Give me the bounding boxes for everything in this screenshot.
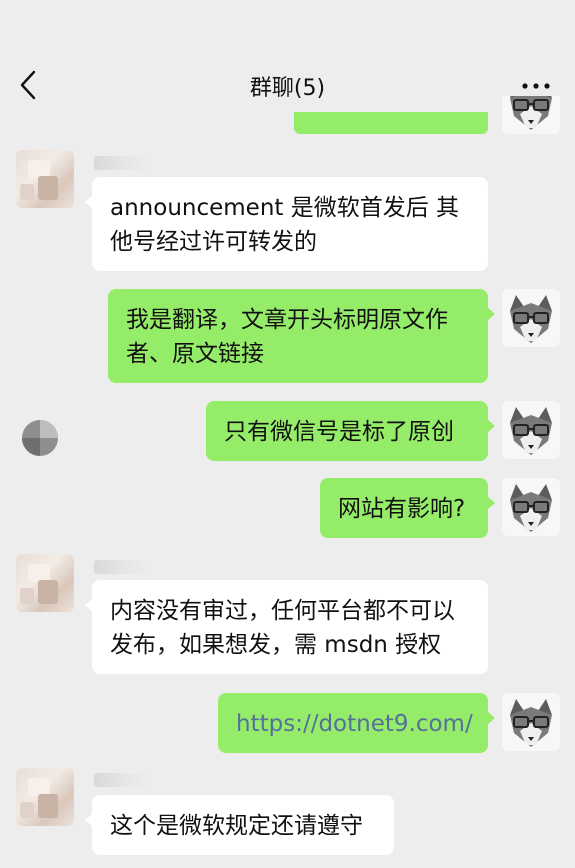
avatar[interactable] <box>16 768 74 826</box>
message-bubble[interactable]: 我是翻译，文章开头标明原文作者、原文链接 <box>108 289 495 383</box>
avatar[interactable] <box>502 693 560 751</box>
message-bubble[interactable]: https://dotnet9.com/ <box>218 693 495 753</box>
avatar[interactable] <box>16 150 74 208</box>
chat-header: 群聊(5) <box>0 0 575 118</box>
message-bubble[interactable]: 只有微信号是标了原创 <box>206 401 495 461</box>
wolf-avatar-icon <box>510 407 552 455</box>
message-link[interactable]: https://dotnet9.com/ <box>236 711 473 737</box>
message-bubble[interactable]: 内容没有审过，任何平台都不可以发布，如果想发，需 msdn 授权 <box>85 580 488 674</box>
avatar[interactable] <box>16 554 74 612</box>
wolf-avatar-icon <box>510 699 552 747</box>
message-text: 这个是微软规定还请遵守 <box>110 813 363 839</box>
sender-name <box>94 156 148 170</box>
message-bubble[interactable]: 这个是微软规定还请遵守 <box>85 795 394 855</box>
more-dots-icon <box>522 83 550 89</box>
avatar[interactable] <box>502 401 560 459</box>
wolf-avatar-icon <box>510 295 552 343</box>
avatar[interactable] <box>502 478 560 536</box>
message-text: 内容没有审过，任何平台都不可以发布，如果想发，需 msdn 授权 <box>110 598 455 658</box>
message-text: announcement 是微软首发后 其他号经过许可转发的 <box>110 195 460 255</box>
sender-name <box>94 560 148 574</box>
avatar[interactable] <box>502 96 560 134</box>
wolf-avatar-icon <box>510 484 552 532</box>
more-button[interactable] <box>519 74 553 98</box>
message-bubble[interactable]: announcement 是微软首发后 其他号经过许可转发的 <box>85 177 488 271</box>
message-bubble[interactable]: 网站有影响? <box>320 478 495 538</box>
message-text: 我是翻译，文章开头标明原文作者、原文链接 <box>126 307 448 367</box>
chat-title: 群聊(5) <box>249 76 326 101</box>
wolf-avatar-icon <box>510 96 552 130</box>
previous-message-bubble[interactable] <box>294 112 488 134</box>
message-text: 网站有影响? <box>338 496 466 522</box>
avatar[interactable] <box>502 289 560 347</box>
message-text: 只有微信号是标了原创 <box>224 419 454 445</box>
status-indicator <box>22 420 58 456</box>
sender-name <box>94 773 148 787</box>
